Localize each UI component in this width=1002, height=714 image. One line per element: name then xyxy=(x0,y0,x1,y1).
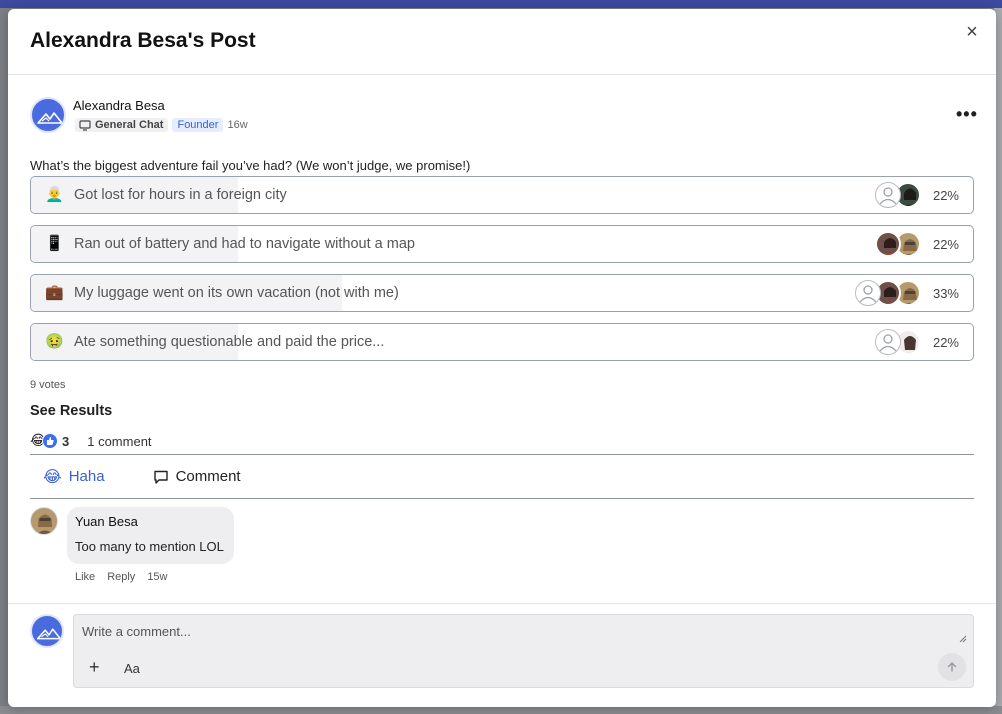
reactions-summary[interactable]: 😂 3 1 comment xyxy=(30,432,152,449)
poll-option-percent: 22% xyxy=(932,334,959,350)
comment-like-button[interactable]: Like xyxy=(75,571,95,583)
poll-option-label: Ate something questionable and paid the … xyxy=(74,334,385,350)
comment-reply-button[interactable]: Reply xyxy=(107,571,135,583)
modal-title: Alexandra Besa's Post xyxy=(30,29,256,52)
comment-icon xyxy=(153,470,168,484)
see-results-link[interactable]: See Results xyxy=(30,403,112,419)
poll-option-label: My luggage went on its own vacation (not… xyxy=(74,285,399,301)
post-modal: Alexandra Besa's Post × Alexandra Besa G… xyxy=(8,9,996,707)
mountain-logo-icon xyxy=(37,112,63,124)
voter-avatar xyxy=(855,280,881,306)
comment-bubble: Yuan Besa Too many to mention LOL xyxy=(67,507,234,564)
poll-option[interactable]: 📱 Ran out of battery and had to navigate… xyxy=(30,225,974,263)
comment-composer: + Aa xyxy=(73,614,974,688)
commenter-avatar[interactable] xyxy=(30,507,58,535)
poll-option-emoji: 💼 xyxy=(45,284,64,301)
poll: 👨‍🦳 Got lost for hours in a foreign city… xyxy=(30,176,974,372)
background-page-bottom xyxy=(0,706,1002,714)
reaction-icons: 😂 xyxy=(30,432,60,449)
post-meta: General Chat Founder 16w xyxy=(75,116,248,134)
poll-option-results: 33% xyxy=(855,279,959,307)
haha-icon: 😂 xyxy=(43,468,62,486)
comment-time: 15w xyxy=(147,571,168,583)
mountain-logo-icon xyxy=(36,628,62,640)
text-format-button[interactable]: Aa xyxy=(124,661,140,676)
comment-button[interactable]: Comment xyxy=(153,468,241,485)
post-header: Alexandra Besa General Chat Founder 16w … xyxy=(30,97,977,137)
voter-avatar xyxy=(875,231,901,257)
modal-header: Alexandra Besa's Post × xyxy=(8,9,996,75)
poll-option[interactable]: 👨‍🦳 Got lost for hours in a foreign city… xyxy=(30,176,974,214)
space-name: General Chat xyxy=(95,119,164,131)
poll-option-results: 22% xyxy=(875,328,959,356)
commenter-name[interactable]: Yuan Besa xyxy=(75,514,226,529)
role-badge: Founder xyxy=(172,118,224,132)
background-topbar xyxy=(0,0,1002,8)
comment-composer-area: + Aa xyxy=(8,603,996,707)
add-attachment-button[interactable]: + xyxy=(89,658,100,676)
poll-option-label: Got lost for hours in a foreign city xyxy=(74,187,287,203)
poll-option-results: 22% xyxy=(875,230,959,258)
poll-question: What’s the biggest adventure fail you’ve… xyxy=(30,158,471,173)
voter-avatars xyxy=(875,182,921,208)
poll-option-label: Ran out of battery and had to navigate w… xyxy=(74,236,415,252)
poll-option-percent: 33% xyxy=(932,285,959,301)
monitor-icon xyxy=(79,119,91,131)
poll-option-percent: 22% xyxy=(932,187,959,203)
voter-avatar xyxy=(875,182,901,208)
post-actions: 😂 Haha Comment xyxy=(30,454,974,499)
author-avatar[interactable] xyxy=(30,97,66,133)
comment-input[interactable] xyxy=(74,615,973,651)
arrow-up-icon xyxy=(947,662,957,672)
current-user-avatar xyxy=(30,614,64,648)
space-chip[interactable]: General Chat xyxy=(75,118,169,132)
close-button[interactable]: × xyxy=(962,22,982,43)
voter-avatars xyxy=(875,329,921,355)
comment-actions: Like Reply 15w xyxy=(75,571,168,583)
thumbs-up-reaction-icon xyxy=(42,433,58,449)
reaction-count: 3 xyxy=(62,433,70,449)
poll-option[interactable]: 🤢 Ate something questionable and paid th… xyxy=(30,323,974,361)
poll-option-emoji: 👨‍🦳 xyxy=(45,186,64,203)
more-options-button[interactable]: ••• xyxy=(956,105,977,123)
poll-option-percent: 22% xyxy=(932,236,959,252)
haha-label: Haha xyxy=(68,468,105,485)
poll-option-emoji: 📱 xyxy=(45,235,64,252)
votes-count: 9 votes xyxy=(30,379,66,391)
author-name[interactable]: Alexandra Besa xyxy=(73,98,165,113)
poll-option[interactable]: 💼 My luggage went on its own vacation (n… xyxy=(30,274,974,312)
voter-avatars xyxy=(855,280,921,306)
poll-option-emoji: 🤢 xyxy=(45,333,64,350)
haha-button[interactable]: 😂 Haha xyxy=(43,467,105,487)
poll-option-results: 22% xyxy=(875,181,959,209)
comment-count[interactable]: 1 comment xyxy=(87,434,151,449)
send-button[interactable] xyxy=(938,653,966,681)
voter-avatar xyxy=(875,329,901,355)
post-time: 16w xyxy=(227,119,248,131)
comment-text: Too many to mention LOL xyxy=(75,539,224,554)
comment-label: Comment xyxy=(175,468,241,485)
post: Alexandra Besa General Chat Founder 16w … xyxy=(30,97,977,583)
resize-handle-icon[interactable] xyxy=(959,635,967,643)
voter-avatars xyxy=(875,231,921,257)
